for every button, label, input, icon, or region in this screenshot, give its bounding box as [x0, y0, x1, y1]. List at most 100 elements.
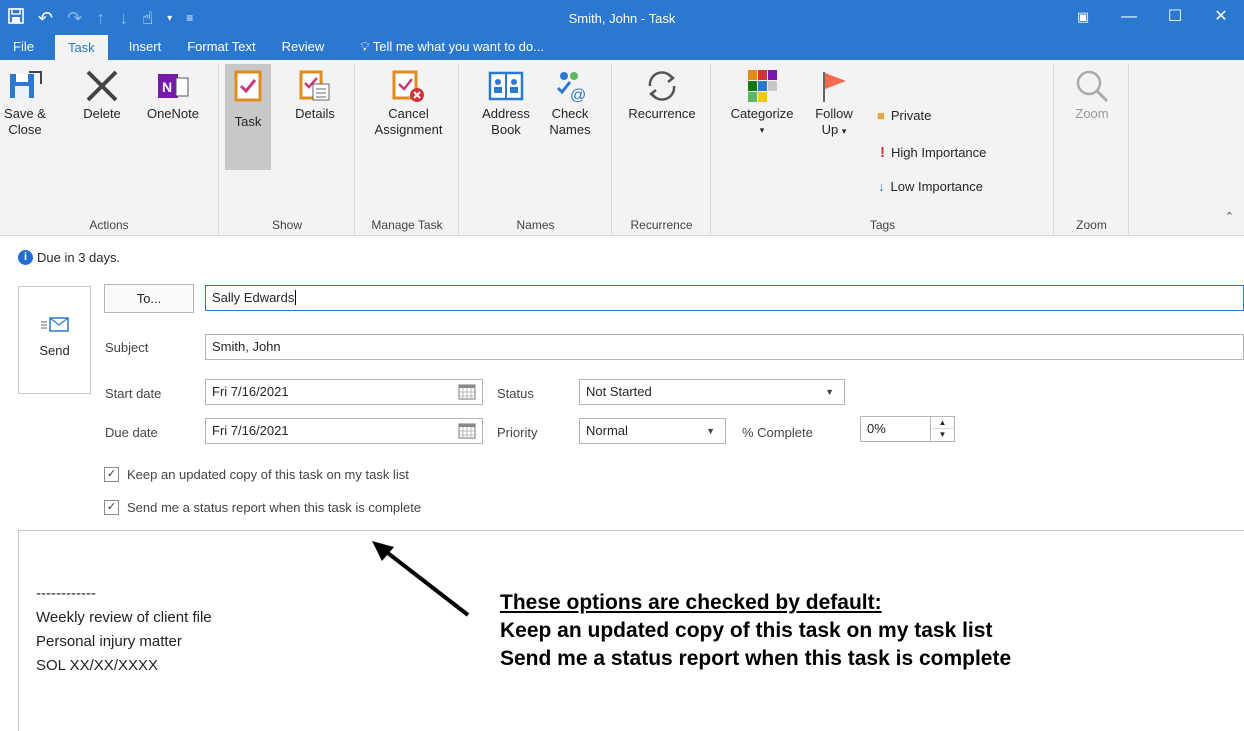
send-icon [40, 317, 69, 332]
task-icon [234, 70, 262, 102]
svg-text:N: N [162, 79, 172, 95]
tab-file[interactable]: File [0, 33, 47, 60]
follow-up-dropdown-icon: ▾ [841, 126, 847, 136]
address-book-label-2: Book [491, 122, 521, 137]
delete-button[interactable]: Delete [74, 70, 130, 122]
delete-label: Delete [83, 106, 121, 121]
start-date-label: Start date [105, 386, 162, 401]
calendar-icon[interactable] [458, 423, 476, 439]
save-close-label-2: Close [8, 122, 42, 137]
zoom-icon [1076, 70, 1109, 103]
collapse-ribbon-icon[interactable]: ⌃ [1225, 210, 1234, 223]
status-report-checkbox[interactable]: ✓ [104, 500, 119, 515]
tell-me-label: Tell me what you want to do... [372, 39, 544, 54]
follow-up-button[interactable]: Follow Up ▾ [804, 72, 864, 139]
priority-value: Normal [586, 423, 628, 438]
tab-insert[interactable]: Insert [116, 33, 175, 60]
delete-icon [86, 70, 118, 102]
onenote-icon: N [158, 74, 189, 98]
tab-format-text[interactable]: Format Text [174, 33, 268, 60]
group-label-recurrence: Recurrence [630, 218, 693, 232]
task-view-button[interactable]: Task [225, 64, 271, 170]
annotation-text: These options are checked by default: Ke… [500, 589, 1011, 673]
categorize-icon [748, 70, 777, 102]
calendar-icon[interactable] [458, 384, 476, 400]
check-names-label-2: Names [549, 122, 591, 137]
address-book-icon [488, 71, 524, 101]
categorize-button[interactable]: Categorize ▾ [722, 70, 802, 138]
check-names-button[interactable]: @ Check Names [540, 72, 600, 138]
save-close-label-1: Save & [4, 106, 46, 121]
keep-copy-row[interactable]: ✓ Keep an updated copy of this task on m… [104, 467, 409, 482]
group-label-names: Names [516, 218, 555, 232]
subject-field[interactable]: Smith, John [205, 334, 1244, 360]
send-button[interactable]: Send [18, 286, 91, 394]
annotation-line-2: Send me a status report when this task i… [500, 647, 1012, 670]
group-label-manage: Manage Task [371, 218, 443, 232]
group-show: Task Details Show [220, 64, 355, 234]
complete-field[interactable]: 0% [860, 416, 932, 442]
to-field[interactable]: Sally Edwards [205, 285, 1244, 311]
subject-label: Subject [105, 340, 149, 355]
tab-review[interactable]: Review [269, 33, 338, 60]
keep-copy-checkbox[interactable]: ✓ [104, 467, 119, 482]
task-view-label: Task [234, 114, 262, 129]
low-importance-label: Low Importance [890, 179, 984, 194]
save-close-button[interactable]: Save & Close [2, 71, 48, 138]
tab-task[interactable]: Task [54, 35, 108, 60]
ribbon-display-icon[interactable]: ▣ [1060, 0, 1106, 33]
categorize-dropdown-icon: ▾ [759, 125, 765, 135]
cancel-assignment-button[interactable]: Cancel Assignment [361, 70, 456, 138]
onenote-button[interactable]: N OneNote [136, 74, 210, 122]
high-importance-label: High Importance [891, 145, 987, 160]
zoom-label: Zoom [1075, 106, 1109, 121]
recurrence-icon [648, 71, 676, 101]
notes-line-3: Personal injury matter [36, 633, 182, 650]
group-zoom: Zoom Zoom [1055, 64, 1129, 234]
maximize-icon[interactable]: ☐ [1152, 0, 1198, 33]
details-button[interactable]: Details [282, 70, 348, 122]
info-bar: i Due in 3 days. [18, 250, 120, 265]
group-label-actions: Actions [89, 218, 129, 232]
to-value: Sally Edwards [212, 290, 295, 305]
check-names-icon: @ [556, 72, 586, 104]
address-book-button[interactable]: Address Book [474, 71, 538, 138]
high-importance-button[interactable]: ! High Importance [880, 144, 986, 161]
categorize-label: Categorize [730, 106, 794, 121]
spin-up-icon[interactable]: ▲ [931, 417, 954, 429]
due-date-field[interactable]: Fri 7/16/2021 [205, 418, 483, 444]
low-importance-button[interactable]: ↓ Low Importance [878, 179, 983, 194]
chevron-down-icon: ▼ [706, 426, 715, 436]
lightbulb-icon: 💡︎ [360, 39, 370, 54]
flag-icon [823, 72, 846, 102]
recurrence-button[interactable]: Recurrence [617, 71, 707, 122]
zoom-button[interactable]: Zoom [1063, 70, 1121, 122]
group-actions: Save & Close Delete N OneNote Actions [0, 64, 219, 234]
private-label: Private [890, 108, 932, 123]
keep-copy-label: Keep an updated copy of this task on my … [127, 467, 409, 482]
status-dropdown[interactable]: Not Started ▼ [579, 379, 845, 405]
follow-up-label-1: Follow [815, 106, 853, 121]
start-date-value: Fri 7/16/2021 [212, 384, 289, 399]
private-button[interactable]: ■ Private [877, 108, 931, 123]
notes-line-2: Weekly review of client file [36, 609, 212, 626]
chevron-down-icon: ▼ [825, 387, 834, 397]
start-date-field[interactable]: Fri 7/16/2021 [205, 379, 483, 405]
save-close-icon [10, 71, 42, 98]
tell-me-box[interactable]: 💡︎ Tell me what you want to do... [347, 33, 557, 60]
cancel-assignment-icon [392, 70, 424, 102]
group-label-tags: Tags [869, 218, 896, 232]
window-controls: ▣ — ☐ ✕ [1060, 0, 1244, 33]
status-report-row[interactable]: ✓ Send me a status report when this task… [104, 500, 421, 515]
follow-up-label-2: Up [821, 122, 839, 137]
spin-down-icon[interactable]: ▼ [931, 429, 954, 441]
minimize-icon[interactable]: — [1106, 0, 1152, 33]
group-manage-task: Cancel Assignment Manage Task [356, 64, 459, 234]
complete-spinner[interactable]: ▲ ▼ [930, 416, 955, 442]
cancel-assignment-label-2: Assignment [374, 122, 443, 137]
high-importance-icon: ! [880, 144, 885, 161]
close-icon[interactable]: ✕ [1198, 0, 1244, 33]
details-label: Details [295, 106, 335, 121]
priority-dropdown[interactable]: Normal ▼ [579, 418, 726, 444]
to-button[interactable]: To... [104, 284, 194, 313]
